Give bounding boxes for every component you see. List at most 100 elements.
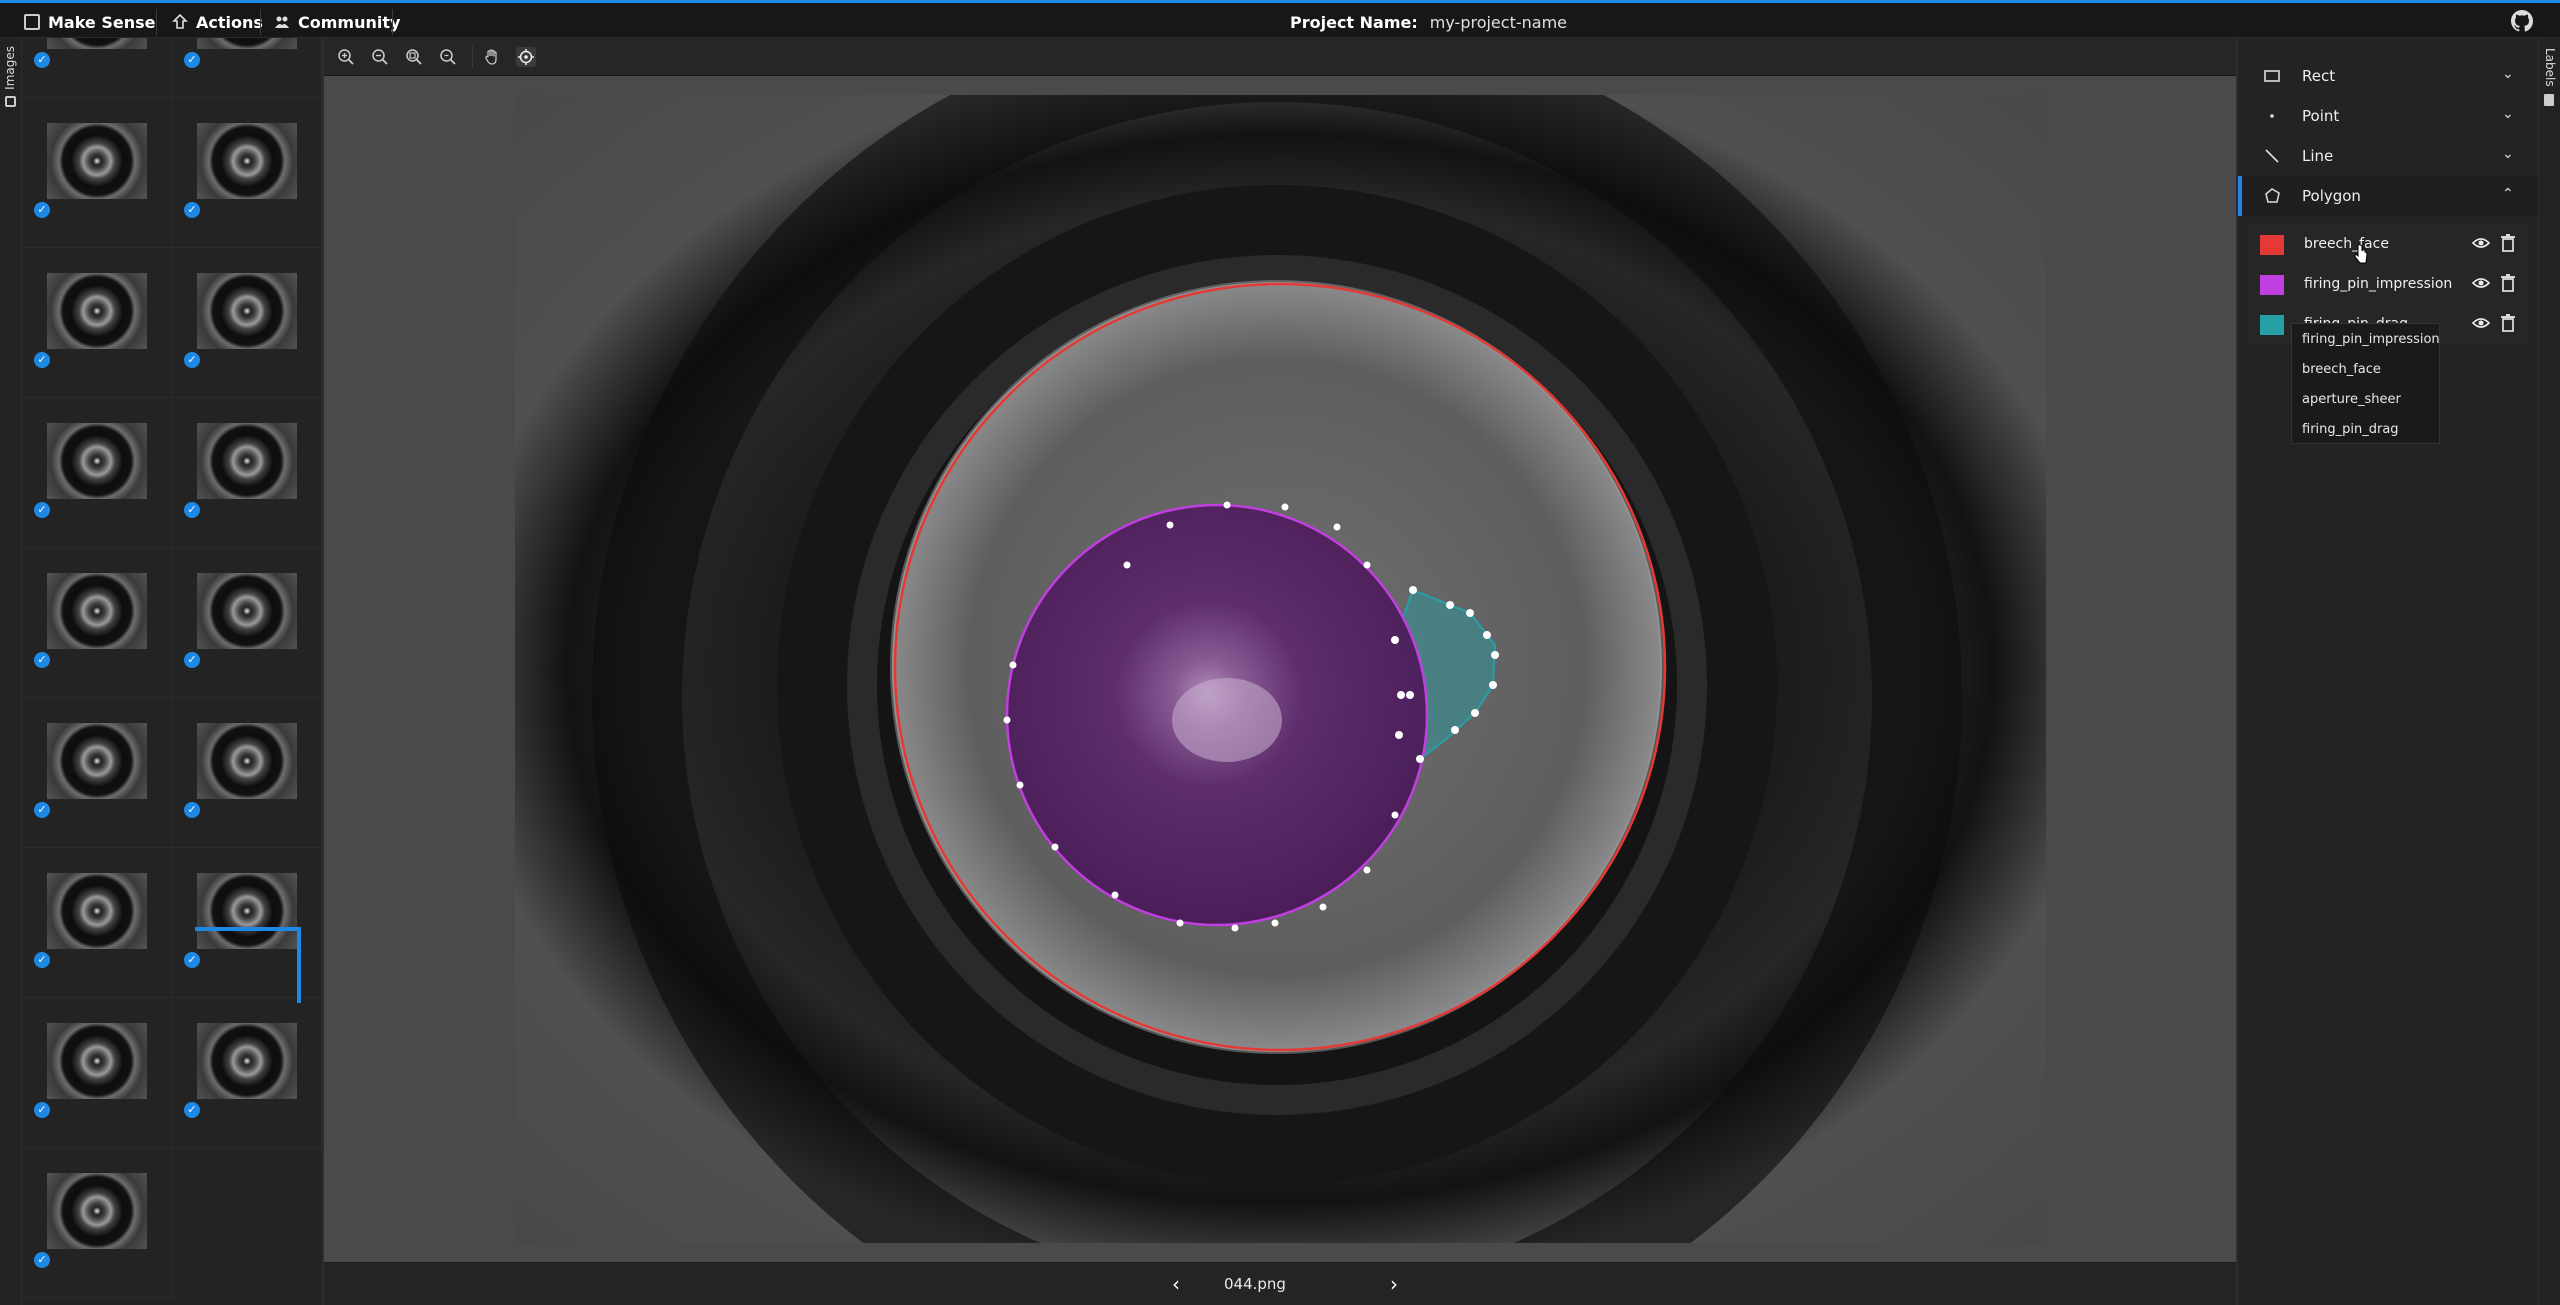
tool-polygon[interactable]: Polygon ⌃ bbox=[2238, 176, 2540, 216]
eye-icon[interactable] bbox=[2472, 314, 2490, 332]
checkmark-icon: ✓ bbox=[184, 202, 200, 218]
annotation-canvas[interactable] bbox=[515, 95, 2046, 1243]
zoom-max-icon bbox=[440, 49, 456, 65]
thumbnail-item[interactable]: ✓ bbox=[22, 98, 172, 248]
tool-point[interactable]: Point ⌄ bbox=[2238, 96, 2540, 136]
thumbnail-image bbox=[47, 123, 147, 199]
label-color-swatch[interactable] bbox=[2260, 275, 2284, 295]
label-name: firing_pin_impression bbox=[2304, 276, 2453, 292]
thumbnail-item[interactable]: ✓ bbox=[172, 998, 322, 1148]
thumbnail-item[interactable]: ✓ bbox=[22, 848, 172, 998]
community-menu[interactable]: Community bbox=[274, 11, 400, 33]
github-icon[interactable] bbox=[2511, 10, 2533, 32]
zoom-in-button[interactable] bbox=[336, 47, 356, 67]
trash-icon[interactable] bbox=[2500, 274, 2516, 292]
label-item[interactable]: breech_face bbox=[2248, 224, 2528, 264]
labels-tab-icon bbox=[2544, 94, 2554, 106]
actions-menu[interactable]: Actions bbox=[172, 11, 263, 33]
thumbnail-image bbox=[47, 1173, 147, 1249]
checkmark-icon: ✓ bbox=[184, 502, 200, 518]
dropdown-option[interactable]: firing_pin_impression bbox=[2302, 332, 2440, 347]
polygon-icon bbox=[2265, 188, 2280, 203]
zoom-fit-button[interactable] bbox=[404, 47, 424, 67]
crosshair-button[interactable] bbox=[516, 47, 536, 67]
label-tools-panel: Rect ⌄ Point ⌄ Line ⌄ Polygon ⌃ breech_f… bbox=[2236, 38, 2540, 1305]
tool-polygon-label: Polygon bbox=[2302, 187, 2361, 205]
crosshair-icon bbox=[518, 49, 534, 65]
checkmark-icon: ✓ bbox=[34, 202, 50, 218]
images-tab[interactable]: Images bbox=[3, 46, 17, 90]
checkmark-icon: ✓ bbox=[34, 502, 50, 518]
thumbnail-image bbox=[47, 273, 147, 349]
image-thumbnail-list: ✓ ✓ ✓ ✓ ✓ ✓ ✓ ✓ ✓ ✓ ✓ ✓ ✓ ✓ ✓ ✓ ✓ bbox=[22, 38, 324, 1305]
thumbnail-image bbox=[47, 723, 147, 799]
thumbnail-item[interactable]: ✓ bbox=[22, 248, 172, 398]
thumbnail-item[interactable]: ✓ bbox=[172, 698, 322, 848]
label-color-swatch[interactable] bbox=[2260, 235, 2284, 255]
thumbnail-image bbox=[47, 38, 147, 49]
trash-icon[interactable] bbox=[2500, 314, 2516, 332]
mouse-cursor-icon bbox=[2354, 244, 2368, 264]
eye-icon[interactable] bbox=[2472, 234, 2490, 252]
thumbnail-image bbox=[197, 273, 297, 349]
images-tab-label: Images bbox=[3, 46, 17, 90]
label-color-swatch[interactable] bbox=[2260, 315, 2284, 335]
tool-point-label: Point bbox=[2302, 107, 2340, 125]
thumbnail-item[interactable]: ✓ bbox=[172, 38, 322, 98]
thumbnail-image bbox=[197, 123, 297, 199]
thumbnail-item[interactable]: ✓ bbox=[22, 698, 172, 848]
pan-hand-icon bbox=[485, 49, 497, 65]
zoom-out-button[interactable] bbox=[370, 47, 390, 67]
thumbnail-item[interactable]: ✓ bbox=[22, 398, 172, 548]
next-image-button[interactable]: › bbox=[1382, 1272, 1406, 1296]
thumbnail-item[interactable]: ✓ bbox=[22, 38, 172, 98]
app-name: Make Sense bbox=[48, 12, 156, 32]
point-icon bbox=[2270, 114, 2274, 118]
dropdown-option[interactable]: breech_face bbox=[2302, 362, 2381, 377]
rect-icon bbox=[2264, 70, 2280, 82]
images-tab-icon bbox=[5, 96, 16, 107]
tool-line[interactable]: Line ⌄ bbox=[2238, 136, 2540, 176]
checkmark-icon: ✓ bbox=[34, 802, 50, 818]
brand[interactable]: Make Sense bbox=[24, 11, 156, 33]
dropdown-option[interactable]: firing_pin_drag bbox=[2302, 422, 2399, 437]
dropdown-option[interactable]: aperture_sheer bbox=[2302, 392, 2401, 407]
left-sidebar-tab-strip: Images bbox=[0, 38, 22, 1305]
chevron-left-icon: ‹ bbox=[1172, 1272, 1180, 1296]
thumbnail-item[interactable]: ✓ bbox=[172, 398, 322, 548]
pan-button[interactable] bbox=[482, 47, 502, 67]
label-name: breech_face bbox=[2304, 236, 2389, 252]
thumbnail-item[interactable]: ✓ bbox=[22, 548, 172, 698]
project-name-value[interactable]: my-project-name bbox=[1430, 13, 1567, 32]
project-name-label: Project Name: bbox=[1290, 12, 1418, 32]
community-icon bbox=[275, 16, 289, 28]
previous-image-button[interactable]: ‹ bbox=[1164, 1272, 1188, 1296]
checkmark-icon: ✓ bbox=[184, 652, 200, 668]
zoom-max-button[interactable] bbox=[438, 47, 458, 67]
thumbnail-item[interactable]: ✓ bbox=[22, 998, 172, 1148]
image-navigation-bar: ‹ 044.png › bbox=[324, 1262, 2236, 1305]
label-item[interactable]: firing_pin_impression bbox=[2248, 264, 2528, 304]
zoom-out-icon bbox=[372, 49, 388, 65]
labels-tab[interactable]: Labels bbox=[2543, 48, 2557, 87]
tool-rect[interactable]: Rect ⌄ bbox=[2238, 56, 2540, 96]
checkmark-icon: ✓ bbox=[184, 802, 200, 818]
trash-icon[interactable] bbox=[2500, 234, 2516, 252]
divider bbox=[392, 9, 393, 35]
thumbnail-item[interactable]: ✓ bbox=[172, 548, 322, 698]
thumbnail-image bbox=[197, 1023, 297, 1099]
thumbnail-item[interactable]: ✓ bbox=[172, 98, 322, 248]
chevron-down-icon: ⌄ bbox=[2502, 106, 2514, 122]
checkmark-icon: ✓ bbox=[34, 952, 50, 968]
project-name-field[interactable]: Project Name: my-project-name bbox=[1290, 11, 1567, 33]
eye-icon[interactable] bbox=[2472, 274, 2490, 292]
community-menu-label: Community bbox=[298, 12, 401, 32]
thumbnail-image bbox=[197, 723, 297, 799]
firing-pin-center-texture bbox=[1172, 678, 1282, 762]
top-navigation-bar: Make Sense Actions Community Project Nam… bbox=[0, 0, 2560, 38]
chevron-up-icon: ⌃ bbox=[2502, 186, 2514, 202]
thumbnail-image bbox=[47, 1023, 147, 1099]
label-dropdown-menu: firing_pin_impression breech_face apertu… bbox=[2291, 323, 2440, 444]
thumbnail-item[interactable]: ✓ bbox=[22, 1148, 172, 1298]
thumbnail-item[interactable]: ✓ bbox=[172, 248, 322, 398]
